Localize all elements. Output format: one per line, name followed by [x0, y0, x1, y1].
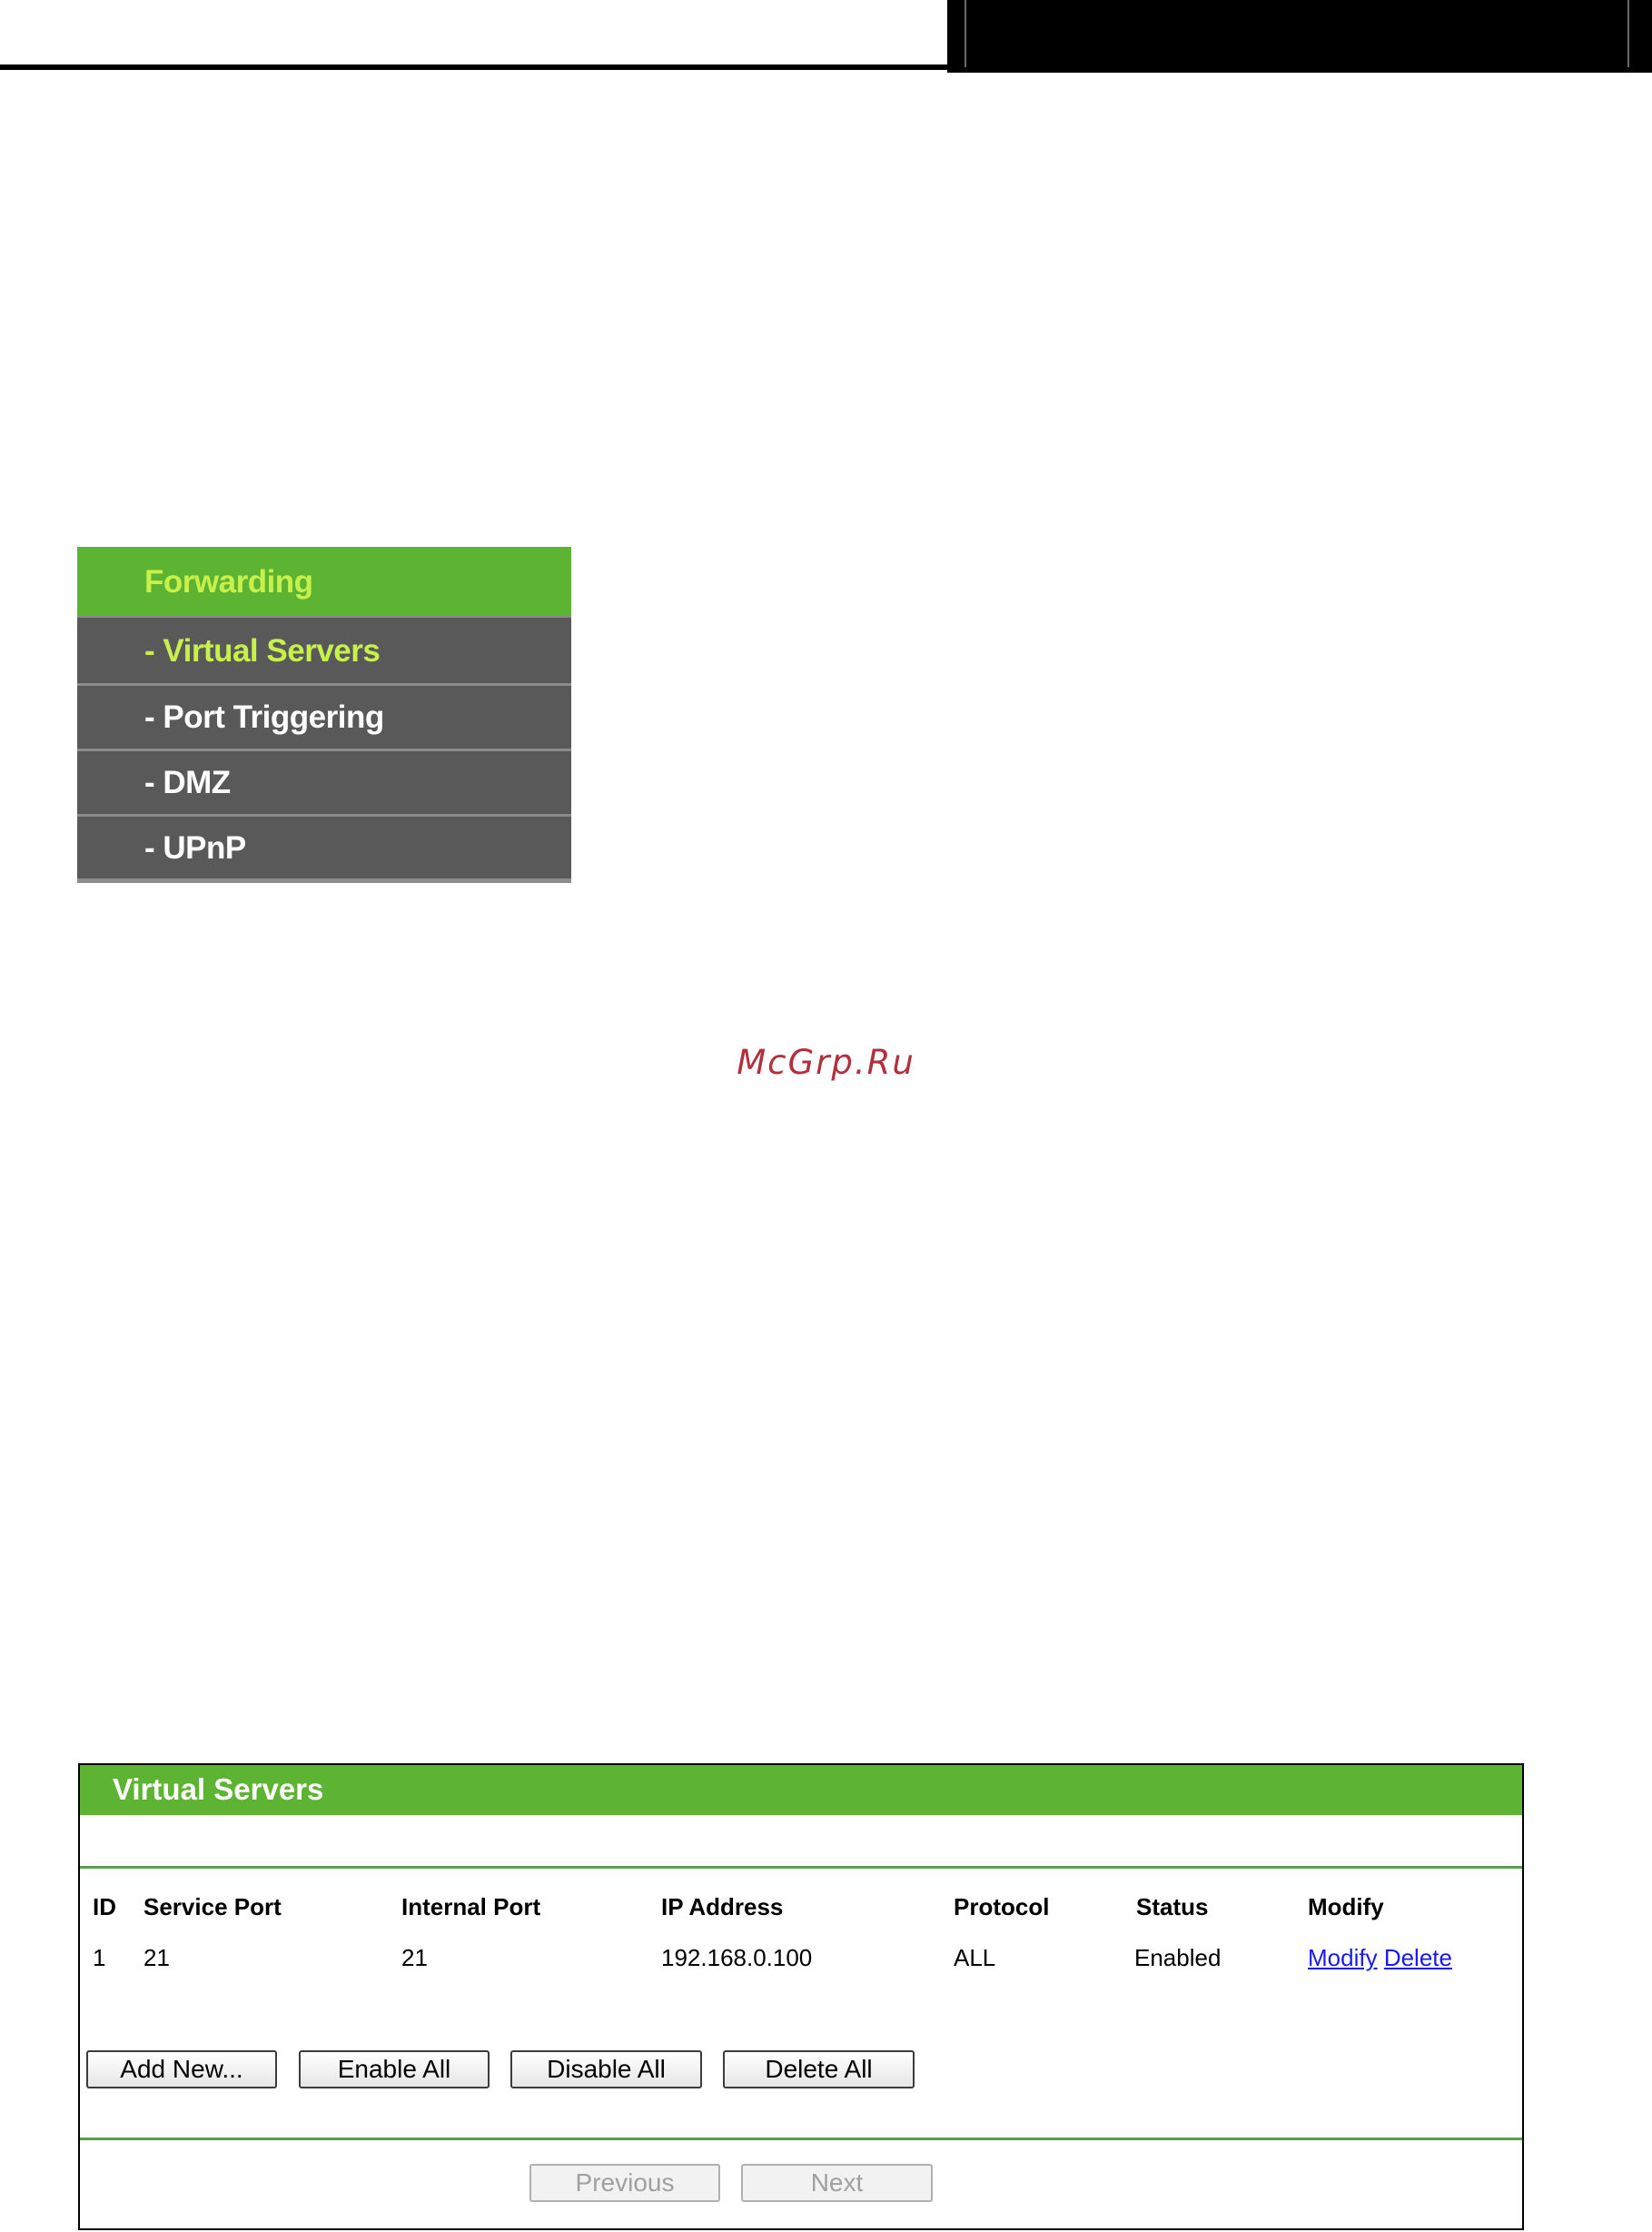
cell-ip-address: 192.168.0.100: [661, 1944, 813, 1971]
cell-service-port: 21: [143, 1944, 170, 1971]
cell-modify-actions: Modify Delete: [1308, 1944, 1452, 1972]
menu-item-dmz[interactable]: - DMZ: [77, 751, 571, 815]
column-header-id: ID: [93, 1893, 116, 1920]
menu-item-virtual-servers[interactable]: - Virtual Servers: [77, 620, 571, 683]
column-header-protocol: Protocol: [954, 1893, 1050, 1920]
header-bar: [947, 0, 1652, 73]
cell-protocol: ALL: [954, 1944, 996, 1971]
menu-item-port-triggering[interactable]: - Port Triggering: [77, 686, 571, 749]
column-header-status: Status: [1136, 1893, 1209, 1920]
watermark-text: McGrp.Ru: [737, 1043, 915, 1082]
delete-link[interactable]: Delete: [1384, 1944, 1452, 1971]
header-bar-edge-right: [1627, 0, 1629, 67]
menu-item-upnp[interactable]: - UPnP: [77, 817, 571, 880]
add-new-button[interactable]: Add New...: [86, 2050, 277, 2088]
side-menu: Forwarding - Virtual Servers - Port Trig…: [77, 547, 571, 883]
column-header-internal-port: Internal Port: [401, 1893, 541, 1920]
cell-id: 1: [93, 1944, 106, 1971]
panel-title: Virtual Servers: [80, 1765, 1522, 1815]
next-button[interactable]: Next: [741, 2164, 933, 2202]
menu-bottom-edge: [77, 878, 571, 883]
cell-internal-port: 21: [401, 1944, 428, 1971]
column-header-modify: Modify: [1308, 1893, 1384, 1920]
header-rule: [0, 64, 963, 70]
virtual-servers-panel: Virtual Servers ID Service Port Internal…: [78, 1763, 1524, 2230]
enable-all-button[interactable]: Enable All: [299, 2050, 490, 2088]
previous-button[interactable]: Previous: [529, 2164, 720, 2202]
panel-divider-bottom: [80, 2138, 1522, 2140]
column-header-ip-address: IP Address: [661, 1893, 784, 1920]
header-bar-edge-left: [964, 0, 966, 67]
column-header-service-port: Service Port: [143, 1893, 282, 1920]
modify-link[interactable]: Modify: [1308, 1944, 1378, 1971]
panel-divider-top: [80, 1866, 1522, 1869]
delete-all-button[interactable]: Delete All: [723, 2050, 915, 2088]
disable-all-button[interactable]: Disable All: [510, 2050, 702, 2088]
cell-status: Enabled: [1134, 1944, 1222, 1971]
menu-header-forwarding[interactable]: Forwarding: [77, 547, 571, 618]
